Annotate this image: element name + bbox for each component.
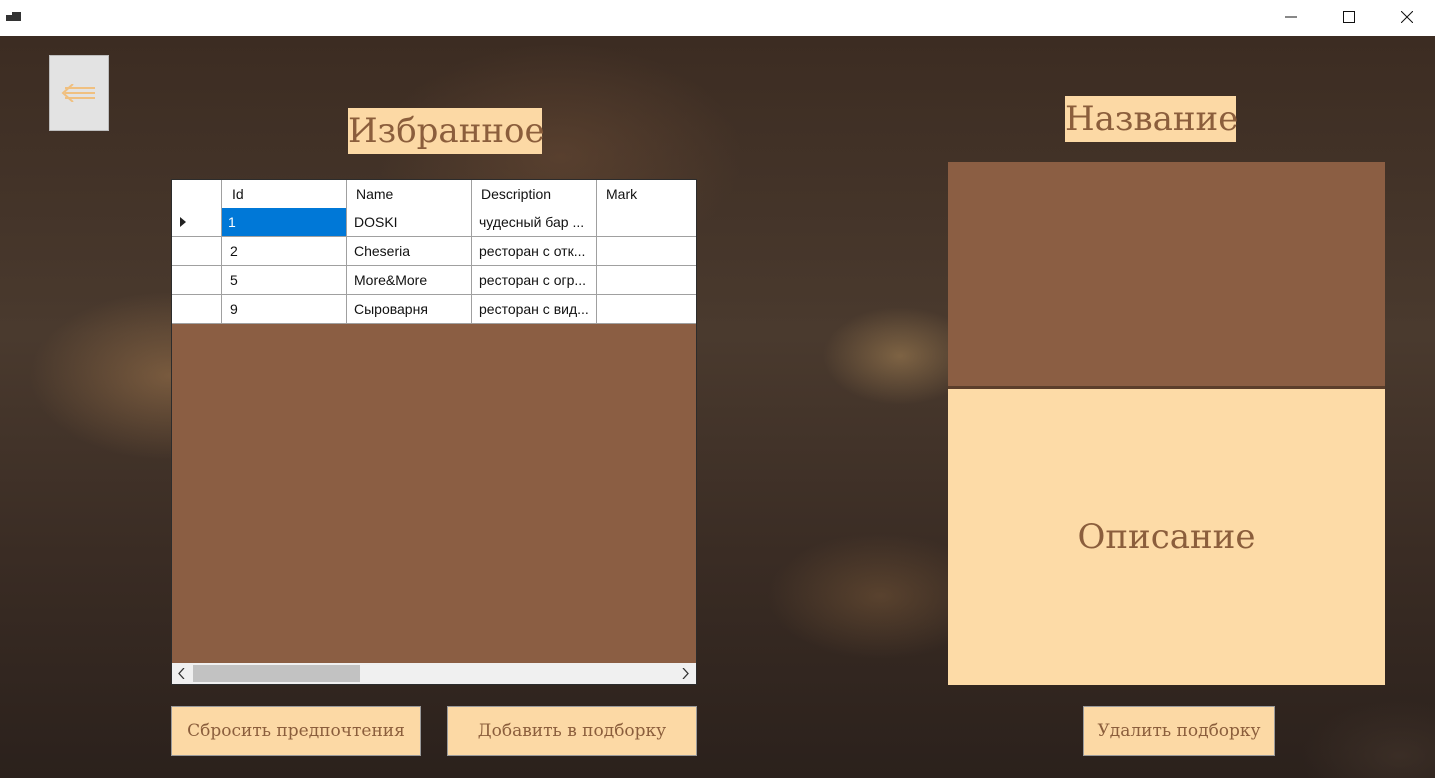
- favorites-grid[interactable]: Id Name Description Mark 1 DOSKI чудесны…: [171, 179, 697, 685]
- row-header[interactable]: [172, 295, 222, 323]
- cell-name[interactable]: Cheseria: [347, 237, 472, 265]
- horizontal-scrollbar[interactable]: [172, 663, 696, 684]
- chevron-right-icon: [682, 668, 689, 679]
- cell-mark[interactable]: [597, 208, 696, 236]
- cell-description[interactable]: ресторан с отк...: [472, 237, 597, 265]
- scroll-right-button[interactable]: [675, 663, 696, 684]
- table-row[interactable]: 1 DOSKI чудесный бар ...: [172, 208, 696, 237]
- row-header[interactable]: [172, 208, 222, 236]
- scroll-left-button[interactable]: [172, 663, 193, 684]
- close-icon: [1401, 11, 1413, 23]
- grid-header: Id Name Description Mark: [172, 180, 696, 209]
- arrow-left-icon: [61, 84, 95, 102]
- back-button[interactable]: [49, 55, 109, 131]
- restaurant-background: Избранное Название Id Name Description M…: [0, 36, 1435, 778]
- restaurant-photo: [948, 162, 1385, 386]
- cell-name[interactable]: More&More: [347, 266, 472, 294]
- column-header-mark[interactable]: Mark: [597, 180, 696, 208]
- delete-collection-button[interactable]: Удалить подборку: [1083, 706, 1275, 756]
- cell-mark[interactable]: [597, 237, 696, 265]
- cell-mark[interactable]: [597, 266, 696, 294]
- description-text: Описание: [1077, 517, 1256, 557]
- restaurant-description: Описание: [948, 389, 1385, 685]
- minimize-icon: [1285, 16, 1297, 18]
- add-to-collection-button[interactable]: Добавить в подборку: [447, 706, 697, 756]
- cell-description[interactable]: чудесный бар ...: [472, 208, 597, 236]
- title-bar: [0, 0, 1435, 36]
- maximize-icon: [1343, 11, 1355, 23]
- restaurant-name-label: Название: [1065, 96, 1238, 142]
- close-button[interactable]: [1378, 0, 1435, 34]
- favorites-title: Избранное: [348, 108, 545, 154]
- table-row[interactable]: 2 Cheseria ресторан с отк...: [172, 237, 696, 266]
- cell-id[interactable]: 9: [222, 295, 347, 323]
- cell-name[interactable]: DOSKI: [347, 208, 472, 236]
- minimize-button[interactable]: [1262, 0, 1320, 34]
- row-header[interactable]: [172, 266, 222, 294]
- reset-preferences-button[interactable]: Сбросить предпочтения: [171, 706, 421, 756]
- column-header-description[interactable]: Description: [472, 180, 597, 208]
- cell-description[interactable]: ресторан с вид...: [472, 295, 597, 323]
- row-header-corner: [172, 180, 222, 208]
- current-row-icon: [180, 217, 186, 227]
- cell-description[interactable]: ресторан с огр...: [472, 266, 597, 294]
- table-row[interactable]: 9 Сыроварня ресторан с вид...: [172, 295, 696, 324]
- cell-mark[interactable]: [597, 295, 696, 323]
- table-row[interactable]: 5 More&More ресторан с огр...: [172, 266, 696, 295]
- cell-id[interactable]: 5: [222, 266, 347, 294]
- cell-name[interactable]: Сыроварня: [347, 295, 472, 323]
- column-header-id[interactable]: Id: [222, 180, 347, 208]
- scrollbar-thumb[interactable]: [193, 665, 360, 682]
- row-header[interactable]: [172, 237, 222, 265]
- app-icon: [6, 9, 22, 25]
- maximize-button[interactable]: [1320, 0, 1378, 34]
- column-header-name[interactable]: Name: [347, 180, 472, 208]
- chevron-left-icon: [178, 668, 185, 679]
- cell-id[interactable]: 2: [222, 237, 347, 265]
- cell-id[interactable]: 1: [222, 208, 347, 236]
